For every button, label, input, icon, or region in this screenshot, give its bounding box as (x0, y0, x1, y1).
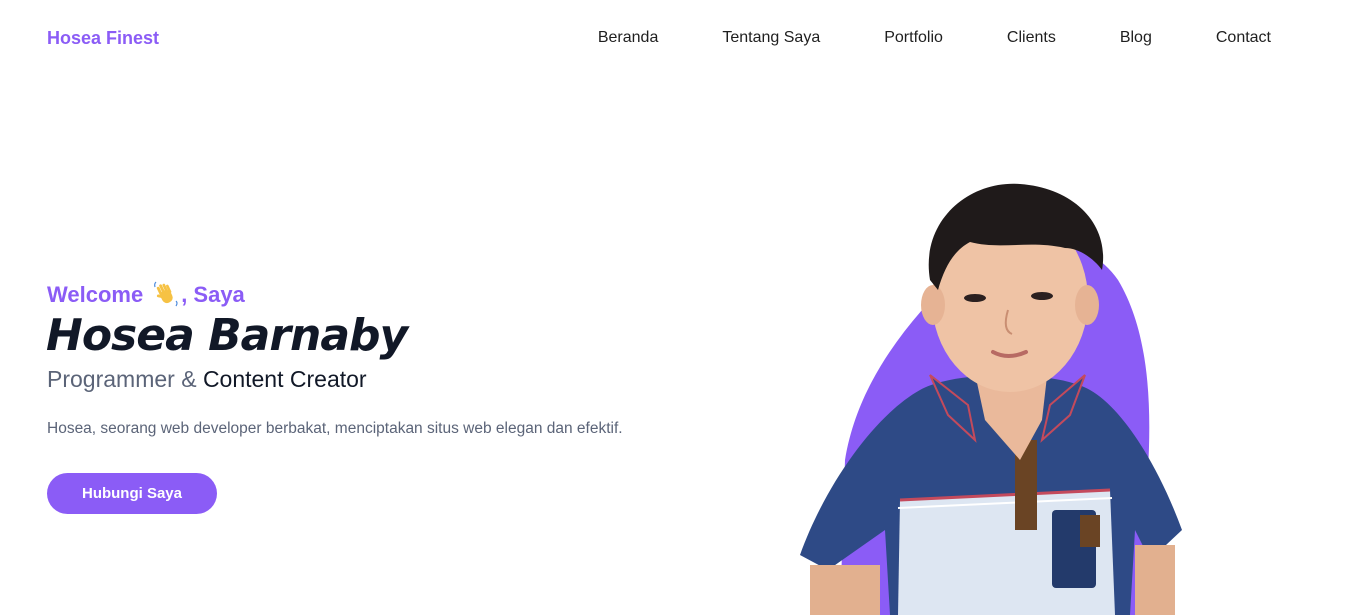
nav-item-blog[interactable]: Blog (1120, 29, 1152, 47)
hero-role: Programmer & Content Creator (47, 366, 367, 393)
page: Hosea Finest Beranda Tentang Saya Portfo… (0, 0, 1349, 615)
nav-item-beranda[interactable]: Beranda (598, 29, 659, 47)
hero-description: Hosea, seorang web developer berbakat, m… (47, 420, 623, 437)
welcome-suffix-text: , Saya (181, 282, 245, 307)
nav-item-clients[interactable]: Clients (1007, 29, 1056, 47)
role-content-creator: Content Creator (202, 366, 367, 392)
nav-item-contact[interactable]: Contact (1216, 29, 1271, 47)
welcome-text: Welcome (47, 282, 144, 307)
main-nav: Beranda Tentang Saya Portfolio Clients B… (598, 29, 1271, 47)
role-programmer: Programmer (47, 366, 175, 392)
nav-item-tentang-saya[interactable]: Tentang Saya (722, 29, 820, 47)
hero-name: Hosea Barnaby (46, 310, 408, 361)
nav-item-portfolio[interactable]: Portfolio (884, 29, 943, 47)
hero-portrait (780, 170, 1200, 615)
role-ampersand: & (181, 366, 197, 392)
welcome-heading: Welcome , Saya (47, 281, 245, 308)
brand-logo[interactable]: Hosea Finest (47, 28, 159, 49)
waving-hand-icon (153, 281, 179, 307)
contact-me-button[interactable]: Hubungi Saya (47, 473, 217, 514)
